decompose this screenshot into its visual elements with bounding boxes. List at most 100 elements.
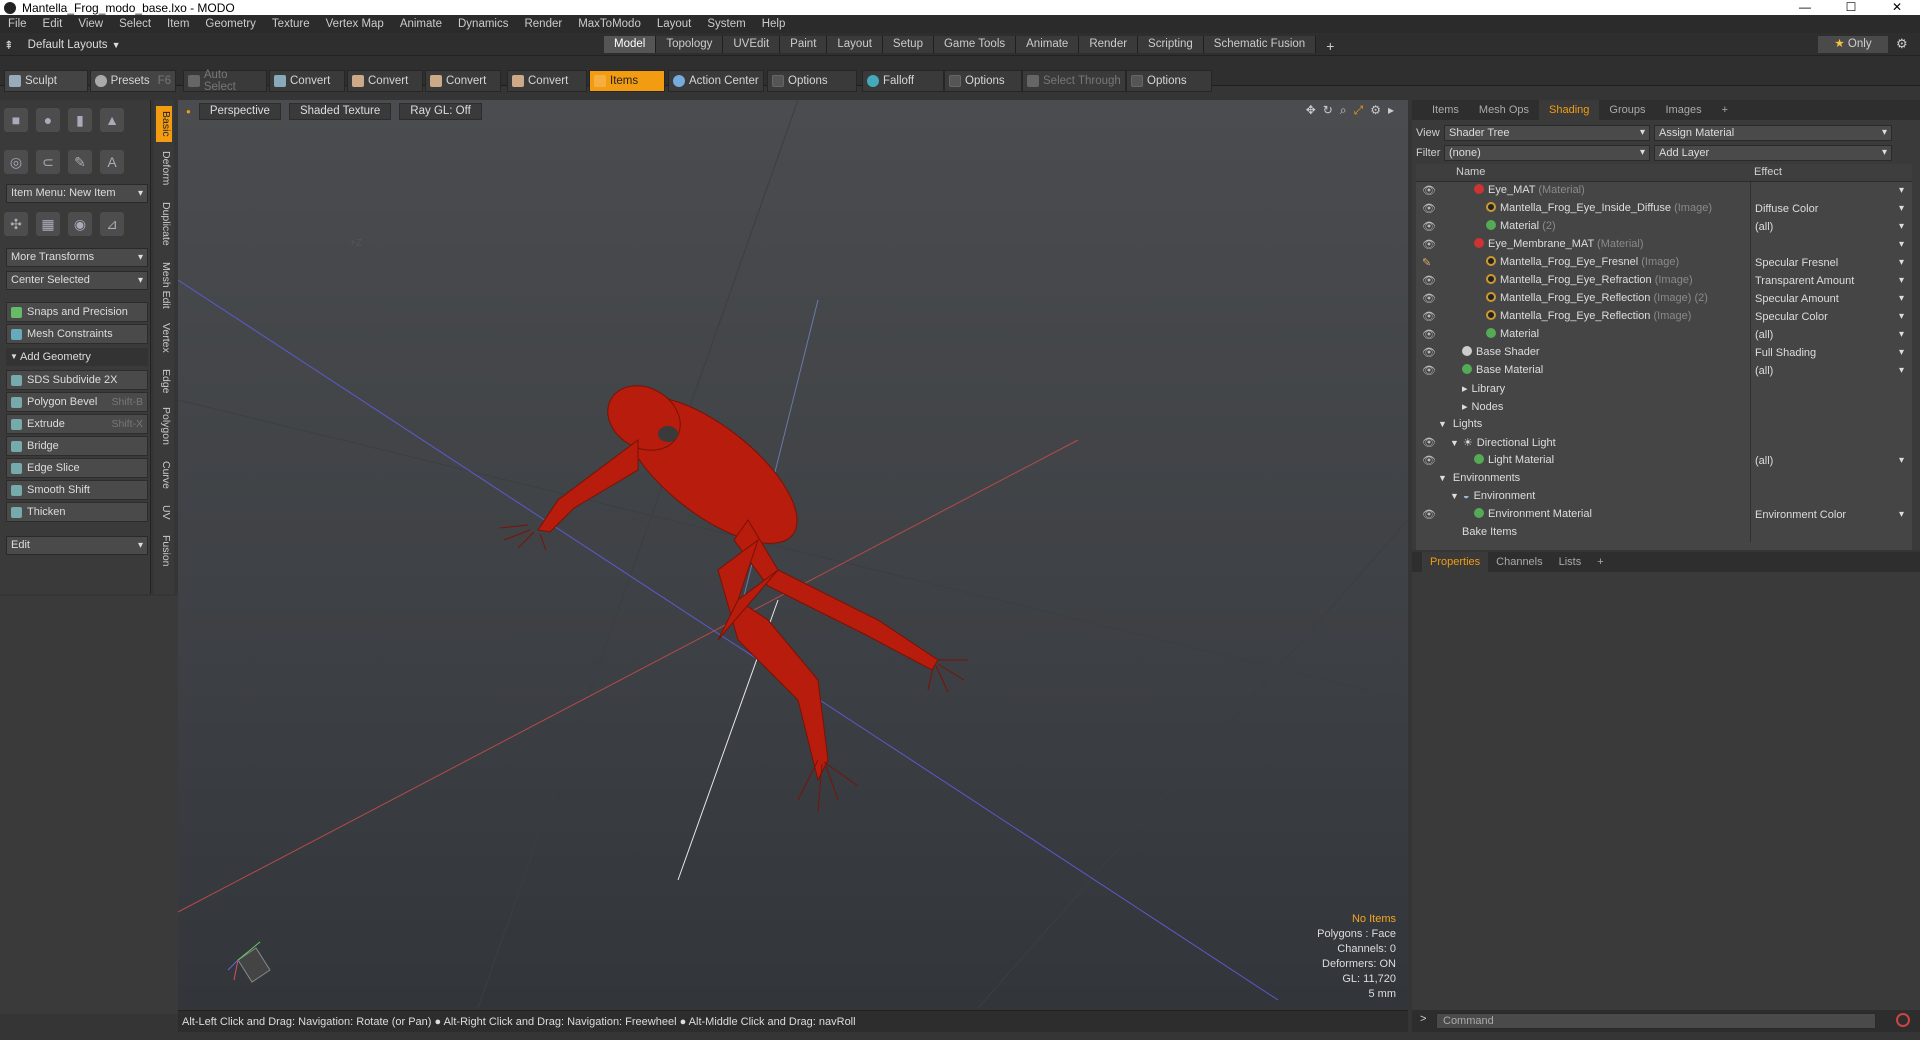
convert-materials-button[interactable]: Convert [507, 70, 587, 92]
menu-geometry[interactable]: Geometry [197, 18, 264, 30]
row-effect[interactable]: (all) [1750, 218, 1908, 236]
falloff-options-button[interactable]: Options [944, 70, 1022, 92]
only-button[interactable]: ★ Only [1818, 36, 1888, 53]
eye-icon[interactable]: 👁 [1422, 346, 1436, 359]
edit-dropdown[interactable]: Edit [6, 536, 148, 555]
vtab-curve[interactable]: Curve [156, 456, 172, 494]
checkbox-icon[interactable] [1131, 75, 1143, 87]
brush-icon[interactable]: ✎ [1422, 256, 1431, 269]
edge-slice-button[interactable]: Edge Slice [6, 458, 148, 478]
vtab-uv[interactable]: UV [156, 500, 172, 524]
tab-game-tools[interactable]: Game Tools [933, 36, 1017, 53]
close-icon[interactable]: ✕ [1874, 0, 1920, 15]
snaps-precision-button[interactable]: Snaps and Precision [6, 302, 148, 322]
row-effect[interactable]: Specular Color [1750, 308, 1908, 326]
row-effect[interactable]: (all) [1750, 452, 1908, 470]
eye-icon[interactable]: 👁 [1422, 274, 1436, 287]
items-button[interactable]: Items [589, 70, 665, 92]
checkbox-icon[interactable] [949, 75, 961, 87]
tree-row[interactable]: 👁 Environment Material Environment Color [1416, 506, 1912, 524]
pen-icon[interactable]: ✎ [68, 150, 92, 174]
menu-view[interactable]: View [70, 18, 111, 30]
eye-icon[interactable]: 👁 [1422, 310, 1436, 323]
tab-model[interactable]: Model [604, 36, 657, 53]
eye-icon[interactable]: 👁 [1422, 202, 1436, 215]
eye-icon[interactable]: 👁 [1422, 508, 1436, 521]
menu-texture[interactable]: Texture [264, 18, 318, 30]
eye-icon[interactable]: 👁 [1422, 454, 1436, 467]
tree-row[interactable]: 👁 Mantella_Frog_Eye_Refraction (Image) Tra… [1416, 272, 1912, 290]
vtab-edge[interactable]: Edge [156, 364, 172, 398]
tree-row[interactable]: ✎ Mantella_Frog_Eye_Fresnel (Image) Specul… [1416, 254, 1912, 272]
menu-edit[interactable]: Edit [35, 18, 71, 30]
text-icon[interactable]: A [100, 150, 124, 174]
tree-row[interactable]: 👁 Eye_MAT (Material) [1416, 182, 1912, 200]
sds-subdivide-button[interactable]: SDS Subdivide 2X [6, 370, 148, 390]
column-name[interactable]: Name [1456, 166, 1485, 178]
tree-row[interactable]: ▸ Library [1416, 380, 1912, 398]
vtab-vertex[interactable]: Vertex [156, 318, 172, 358]
eye-icon[interactable]: 👁 [1422, 184, 1436, 197]
menu-maxtomodo[interactable]: MaxToModo [570, 18, 649, 30]
mesh-constraints-button[interactable]: Mesh Constraints [6, 324, 148, 344]
add-tab-icon[interactable]: + [1316, 36, 1344, 54]
smooth-shift-button[interactable]: Smooth Shift [6, 480, 148, 500]
tab-images[interactable]: Images [1656, 100, 1712, 120]
tab-scripting[interactable]: Scripting [1138, 36, 1204, 53]
eye-icon[interactable]: 👁 [1422, 220, 1436, 233]
cylinder-icon[interactable]: ▮ [68, 108, 92, 132]
minimize-icon[interactable]: — [1782, 0, 1828, 15]
tab-groups[interactable]: Groups [1599, 100, 1655, 120]
menu-render[interactable]: Render [516, 18, 570, 30]
grid-icon[interactable]: ▦ [36, 212, 60, 236]
tree-row[interactable]: 👁 Mantella_Frog_Eye_Inside_Diffuse (Image… [1416, 200, 1912, 218]
convert-edges-button[interactable]: Convert [347, 70, 423, 92]
tree-row[interactable]: 👁 Material (all) [1416, 326, 1912, 344]
item-menu-dropdown[interactable]: Item Menu: New Item [6, 184, 148, 203]
row-effect[interactable]: (all) [1750, 362, 1908, 380]
tab-schematic-fusion[interactable]: Schematic Fusion [1203, 36, 1317, 53]
tree-row[interactable]: 👁 Mantella_Frog_Eye_Reflection (Image) (2… [1416, 290, 1912, 308]
eye-icon[interactable]: 👁 [1422, 292, 1436, 305]
vtab-duplicate[interactable]: Duplicate [156, 196, 172, 252]
maximize-icon[interactable]: ☐ [1828, 0, 1874, 15]
vtab-basic[interactable]: Basic [156, 106, 172, 142]
action-center-button[interactable]: Action Center [668, 70, 764, 92]
tab-uvedit[interactable]: UVEdit [723, 36, 781, 53]
menu-file[interactable]: File [0, 18, 35, 30]
eye-icon[interactable]: 👁 [1422, 238, 1436, 251]
bridge-button[interactable]: Bridge [6, 436, 148, 456]
menu-system[interactable]: System [699, 18, 753, 30]
tree-row[interactable]: Bake Items [1416, 524, 1912, 542]
row-effect[interactable]: Specular Amount [1750, 290, 1908, 308]
record-icon[interactable] [1896, 1013, 1910, 1027]
tree-row[interactable]: 👁 ▼ ☀ Directional Light [1416, 434, 1912, 452]
menu-item[interactable]: Item [159, 18, 197, 30]
tab-layout[interactable]: Layout [827, 36, 883, 53]
tree-row[interactable]: ▼ Environments [1416, 470, 1912, 488]
add-tab-icon[interactable]: + [1589, 552, 1611, 572]
menu-vertex-map[interactable]: Vertex Map [318, 18, 392, 30]
stretch-icon[interactable]: ⊿ [100, 212, 124, 236]
eye-icon[interactable]: 👁 [1422, 436, 1436, 449]
thicken-button[interactable]: Thicken [6, 502, 148, 522]
tab-paint[interactable]: Paint [780, 36, 828, 53]
3d-viewport[interactable]: ● Perspective Shaded Texture Ray GL: Off… [178, 100, 1408, 1008]
globe-icon[interactable]: ◉ [68, 212, 92, 236]
tab-channels[interactable]: Channels [1488, 552, 1550, 572]
tree-row[interactable]: 👁 Eye_Membrane_MAT (Material) [1416, 236, 1912, 254]
tab-topology[interactable]: Topology [656, 36, 724, 53]
assign-material-button[interactable]: Assign Material [1654, 125, 1892, 141]
falloff-button[interactable]: Falloff [862, 70, 944, 92]
select-through-options-button[interactable]: Options [1126, 70, 1212, 92]
tree-row[interactable]: ▼ ◒ Environment [1416, 488, 1912, 506]
row-effect[interactable]: Full Shading [1750, 344, 1908, 362]
extrude-button[interactable]: Extrude Shift-X [6, 414, 148, 434]
center-selected-dropdown[interactable]: Center Selected [6, 271, 148, 290]
checkbox-icon[interactable] [772, 75, 784, 87]
tree-row[interactable]: ▸ Nodes [1416, 398, 1912, 416]
layout-toggle-icon[interactable]: ⇞ [4, 38, 14, 52]
vtab-fusion[interactable]: Fusion [156, 530, 172, 572]
menu-select[interactable]: Select [111, 18, 159, 30]
cone-icon[interactable]: ▲ [100, 108, 124, 132]
